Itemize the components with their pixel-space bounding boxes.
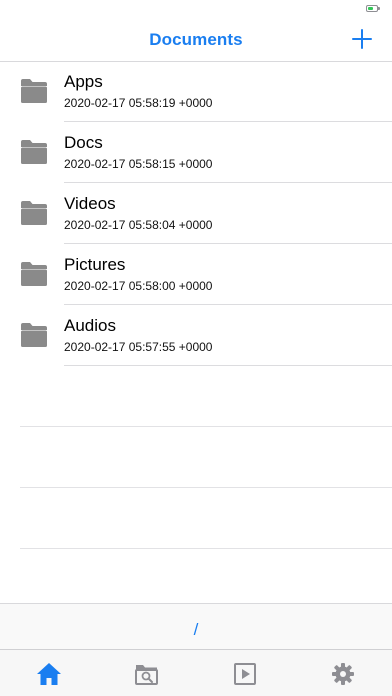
status-bar [0, 0, 392, 20]
empty-row [0, 427, 392, 488]
home-icon [37, 663, 61, 685]
battery-icon [366, 5, 380, 12]
file-date: 2020-02-17 05:58:15 +0000 [64, 157, 213, 171]
folder-icon [21, 323, 47, 347]
plus-icon [352, 29, 372, 49]
current-path-button[interactable]: / [0, 620, 392, 640]
folder-icon [21, 262, 47, 286]
file-date: 2020-02-17 05:57:55 +0000 [64, 340, 213, 354]
file-name: Apps [64, 72, 103, 91]
folder-icon [21, 140, 47, 164]
file-list: Apps 2020-02-17 05:58:19 +0000 Docs 2020… [0, 61, 392, 549]
page-title: Documents [149, 30, 243, 49]
file-name: Videos [64, 194, 116, 213]
folder-search-icon [135, 665, 158, 685]
tab-player[interactable] [196, 650, 294, 696]
row-divider [20, 548, 392, 549]
folder-icon [21, 201, 47, 225]
file-date: 2020-02-17 05:58:04 +0000 [64, 218, 213, 232]
play-icon [234, 663, 256, 685]
list-item-audios[interactable]: Audios 2020-02-17 05:57:55 +0000 [0, 305, 392, 366]
file-name: Audios [64, 316, 116, 335]
folder-icon [21, 79, 47, 103]
tab-home[interactable] [0, 650, 98, 696]
navigation-bar: Documents [0, 20, 392, 62]
list-item-apps[interactable]: Apps 2020-02-17 05:58:19 +0000 [0, 61, 392, 122]
list-item-docs[interactable]: Docs 2020-02-17 05:58:15 +0000 [0, 122, 392, 183]
file-date: 2020-02-17 05:58:19 +0000 [64, 96, 213, 110]
gear-icon [332, 663, 354, 685]
file-name: Docs [64, 133, 103, 152]
file-name: Pictures [64, 255, 126, 274]
file-date: 2020-02-17 05:58:00 +0000 [64, 279, 213, 293]
tab-bar [0, 649, 392, 696]
empty-row [0, 488, 392, 549]
list-item-pictures[interactable]: Pictures 2020-02-17 05:58:00 +0000 [0, 244, 392, 305]
empty-row [0, 366, 392, 427]
list-item-videos[interactable]: Videos 2020-02-17 05:58:04 +0000 [0, 183, 392, 244]
screen: Documents Apps 2020-02-17 05:58:19 +0000… [0, 0, 392, 696]
add-button[interactable] [350, 27, 374, 51]
path-bar: / [0, 603, 392, 650]
tab-browse[interactable] [98, 650, 196, 696]
tab-settings[interactable] [294, 650, 392, 696]
